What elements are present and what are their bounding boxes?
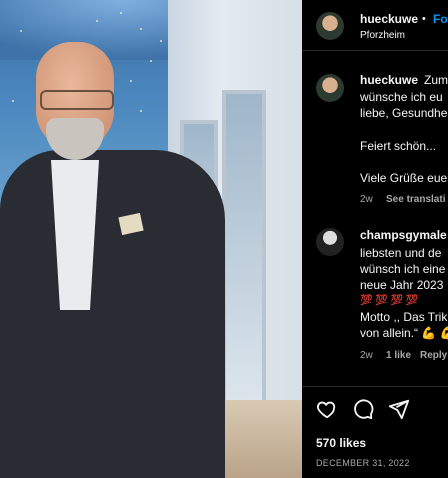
comment-time[interactable]: 2w [360, 350, 373, 361]
post-location[interactable]: Pforzheim [360, 30, 405, 41]
caption-time[interactable]: 2w [360, 194, 373, 205]
light-dot [130, 80, 132, 82]
person-jacket [0, 150, 225, 478]
commenter-username[interactable]: champsgymale [360, 228, 447, 242]
photo-window [222, 90, 266, 418]
comment-text: neue Jahr 2023 [360, 278, 444, 292]
light-dot [20, 30, 22, 32]
comment-text: liebsten und de [360, 246, 442, 260]
comment-text: wünsch ich eine [360, 262, 446, 276]
share-icon[interactable] [388, 398, 410, 420]
comment-text: Motto ,, Das Trik [360, 310, 448, 324]
caption-text: wünsche ich eu [360, 90, 443, 104]
comment-icon[interactable] [352, 398, 374, 420]
likes-count[interactable]: 570 likes [316, 436, 366, 450]
light-dot [140, 110, 142, 112]
caption-text: liebe, Gesundhe [360, 106, 448, 120]
light-dot [160, 40, 162, 42]
caption-text: Zum [424, 73, 448, 87]
comment-text: von allein.“ 💪 💪 [360, 326, 448, 340]
see-translation-link[interactable]: See translati [386, 194, 445, 205]
commenter-avatar[interactable] [316, 228, 344, 256]
author-username[interactable]: hueckuwe [360, 12, 418, 26]
post-photo[interactable] [0, 0, 302, 478]
caption-username[interactable]: hueckuwe [360, 73, 418, 87]
caption-avatar[interactable] [316, 74, 344, 102]
caption-text: Feiert schön... [360, 139, 437, 153]
author-avatar[interactable] [316, 12, 344, 40]
header-separator: • [422, 13, 426, 25]
light-dot [140, 28, 142, 30]
post-side-panel: hueckuwe • Fo Pforzheim hueckuwe Zum wün… [302, 0, 448, 478]
reply-button[interactable]: Reply [420, 350, 447, 361]
caption-text: Viele Grüße eue [360, 171, 448, 185]
actions-divider [302, 386, 448, 387]
person-glasses [40, 90, 114, 110]
heart-icon[interactable] [316, 398, 338, 420]
light-dot [120, 12, 122, 14]
comment-likes[interactable]: 1 like [386, 350, 411, 361]
post-date: DECEMBER 31, 2022 [316, 458, 410, 468]
light-dot [12, 100, 14, 102]
comment-text: 💯 💯 💯 💯 [360, 295, 419, 306]
post-header: hueckuwe • Fo Pforzheim [302, 0, 448, 51]
light-dot [150, 60, 152, 62]
follow-button[interactable]: Fo [433, 12, 448, 26]
light-dot [96, 20, 98, 22]
